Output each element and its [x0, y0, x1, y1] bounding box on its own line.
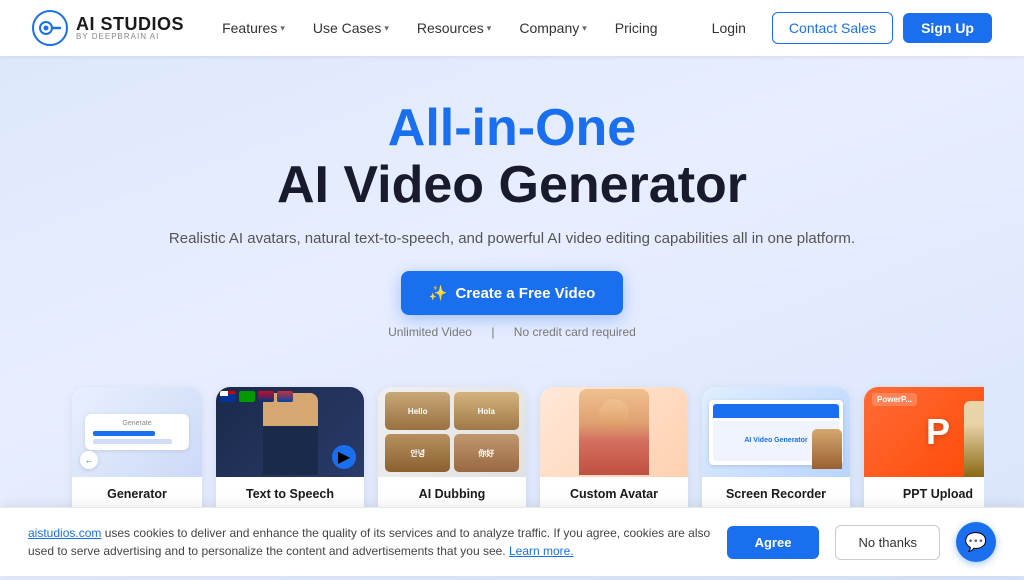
chat-icon: 💬: [965, 532, 987, 553]
chevron-down-icon: ▾: [280, 23, 285, 34]
card-image-avatar: [540, 387, 688, 477]
wand-icon: ✨: [429, 284, 448, 302]
chat-button[interactable]: 💬: [956, 522, 996, 562]
nav-actions: Login Contact Sales Sign Up: [696, 12, 992, 44]
card-title: Text to Speech: [226, 487, 354, 501]
nav-features[interactable]: Features ▾: [210, 14, 297, 42]
logo-icon: [32, 10, 68, 46]
card-image-tts: ▶: [216, 387, 364, 477]
chevron-down-icon: ▾: [384, 23, 389, 34]
cookie-banner: aistudios.com uses cookies to deliver an…: [0, 507, 1024, 576]
navbar: AI STUDIOS by DEEPBRAIN AI Features ▾ Us…: [0, 0, 1024, 56]
arrow-left-icon[interactable]: ←: [80, 451, 98, 469]
card-title: AI Dubbing: [388, 487, 516, 501]
card-image-screen: AI Video Generator: [702, 387, 850, 477]
signup-button[interactable]: Sign Up: [903, 13, 992, 43]
login-button[interactable]: Login: [696, 13, 762, 43]
play-icon[interactable]: ▶: [332, 445, 356, 469]
card-image-dubbing: Hello Hola 안녕 你好: [378, 387, 526, 477]
cookie-no-thanks-button[interactable]: No thanks: [835, 525, 940, 560]
cookie-text: aistudios.com uses cookies to deliver an…: [28, 524, 711, 560]
logo-sub: by DEEPBRAIN AI: [76, 33, 184, 41]
hero-title-dark: AI Video Generator: [40, 157, 984, 214]
cookie-agree-button[interactable]: Agree: [727, 526, 820, 559]
contact-sales-button[interactable]: Contact Sales: [772, 12, 893, 44]
card-title: Screen Recorder: [712, 487, 840, 501]
create-video-button[interactable]: ✨ Create a Free Video: [401, 271, 623, 315]
cookie-learn-more-link[interactable]: Learn more.: [509, 544, 574, 558]
powerpoint-icon: P: [926, 411, 950, 453]
card-title: PPT Upload: [874, 487, 984, 501]
chevron-down-icon: ▾: [487, 23, 492, 34]
card-title: Generator: [82, 487, 192, 501]
card-image-ppt: P PowerP...: [864, 387, 984, 477]
cta-subtext: Unlimited Video | No credit card require…: [40, 325, 984, 339]
hero-subtitle: Realistic AI avatars, natural text-to-sp…: [40, 230, 984, 247]
card-title: Custom Avatar: [550, 487, 678, 501]
cookie-site-link[interactable]: aistudios.com: [28, 526, 101, 540]
nav-links: Features ▾ Use Cases ▾ Resources ▾ Compa…: [210, 14, 669, 42]
logo-name: AI STUDIOS: [76, 15, 184, 33]
logo[interactable]: AI STUDIOS by DEEPBRAIN AI: [32, 10, 184, 46]
hero-section: All-in-One AI Video Generator Realistic …: [0, 56, 1024, 580]
nav-resources[interactable]: Resources ▾: [405, 14, 503, 42]
nav-pricing[interactable]: Pricing: [603, 14, 670, 42]
nav-use-cases[interactable]: Use Cases ▾: [301, 14, 401, 42]
card-image-generator: Generate ←: [72, 387, 202, 477]
hero-title-colored: All-in-One: [40, 100, 984, 157]
nav-company[interactable]: Company ▾: [507, 14, 598, 42]
chevron-down-icon: ▾: [582, 23, 587, 34]
